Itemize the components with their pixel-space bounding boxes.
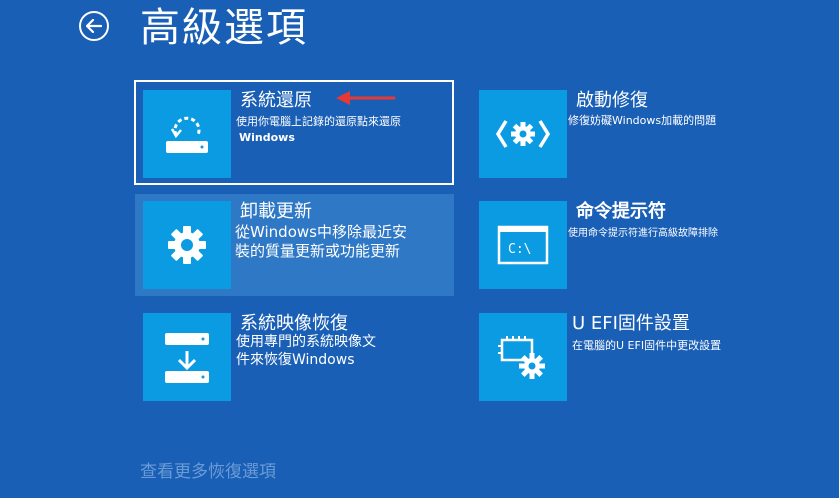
tile-title: 卸載更新 xyxy=(240,201,312,222)
system-restore-tile-box xyxy=(143,90,231,178)
tile-description: 使用你電腦上記錄的還原點來還原 xyxy=(236,115,401,128)
tile-description: 使用命令提示符進行高級故障排除 xyxy=(568,228,718,239)
tile-description: 在電腦的U EFI固件中更改設置 xyxy=(572,339,722,352)
tile-description-2: 裝的質量更新或功能更新 xyxy=(235,242,401,260)
startup-repair-tile-box xyxy=(479,90,567,178)
system-image-tile-box xyxy=(143,313,231,401)
tile-title: 系統還原 xyxy=(240,90,312,111)
uninstall-updates-tile-box xyxy=(143,201,231,289)
command-prompt-icon: C:\ xyxy=(497,225,549,265)
tile-title: U EFI固件設置 xyxy=(572,313,690,334)
red-arrow-icon xyxy=(336,91,396,105)
tile-description: 修復妨礙Windows加載的問題 xyxy=(568,114,717,127)
tile-description-2: Windows xyxy=(239,131,295,144)
startup-repair-icon xyxy=(496,120,550,148)
tile-description: 從Windows中移除最近安 xyxy=(235,223,407,241)
uefi-tile-box xyxy=(479,313,567,401)
tile-description: 使用專門的系統映像文 xyxy=(236,334,376,350)
tile-title: 系統映像恢復 xyxy=(240,313,348,334)
page-title: 高級選項 xyxy=(140,5,308,51)
uefi-settings-icon xyxy=(498,336,545,379)
tile-title: 啟動修復 xyxy=(576,90,648,111)
tile-title: 命令提示符 xyxy=(576,201,666,222)
prompt-text: C:\ xyxy=(508,242,531,257)
back-button[interactable] xyxy=(79,11,109,41)
system-restore-icon xyxy=(166,116,208,153)
system-image-icon xyxy=(165,333,209,383)
more-recovery-options-link[interactable]: 查看更多恢復選項 xyxy=(140,457,276,482)
tile-description-2: 件來恢復Windows xyxy=(236,352,355,368)
gear-icon xyxy=(168,226,206,264)
back-arrow-icon xyxy=(86,19,102,33)
command-prompt-tile-box: C:\ xyxy=(479,201,567,289)
